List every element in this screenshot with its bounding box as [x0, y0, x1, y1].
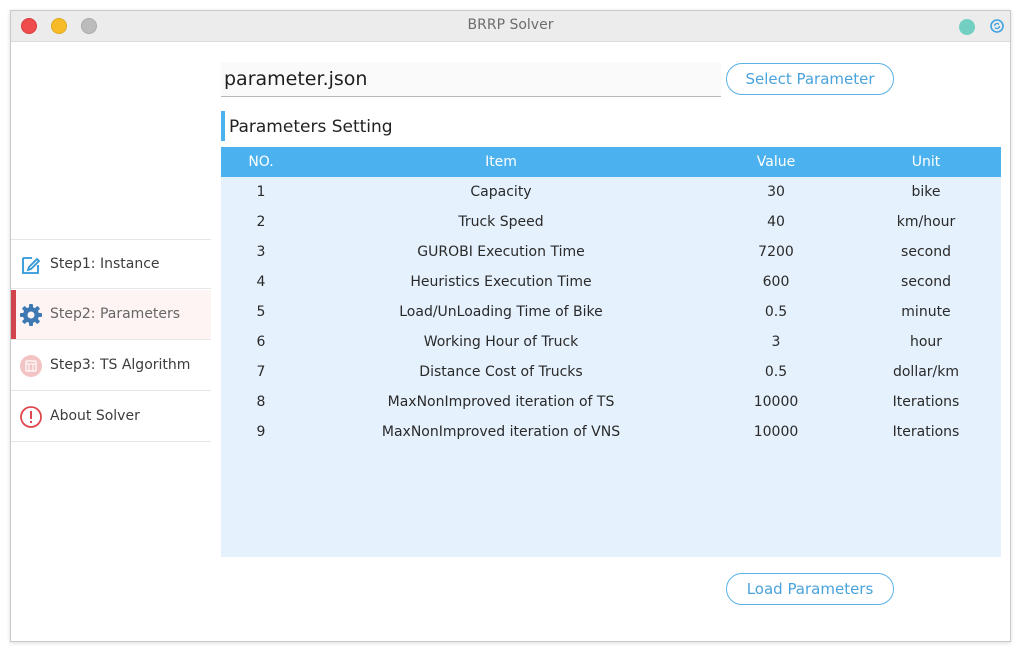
row-no: 5: [256, 304, 266, 320]
column-header-unit: Unit: [911, 154, 941, 170]
row-unit: Iterations: [892, 394, 960, 410]
table-row[interactable]: 7 Distance Cost of Trucks 0.5 dollar/km: [221, 357, 1001, 387]
row-item: GUROBI Execution Time: [417, 244, 585, 260]
row-item: Heuristics Execution Time: [410, 274, 592, 290]
sidebar-item-ts-algorithm[interactable]: Step3: TS Algorithm: [11, 341, 211, 391]
row-unit: dollar/km: [892, 364, 960, 380]
row-value[interactable]: 7200: [701, 244, 851, 260]
row-value[interactable]: 30: [701, 184, 851, 200]
row-unit: Iterations: [892, 424, 960, 440]
sidebar-item-parameters[interactable]: Step2: Parameters: [11, 290, 211, 340]
sidebar-item-label: Step1: Instance: [50, 256, 160, 272]
parameter-file-field[interactable]: parameter.json: [221, 62, 721, 97]
table-row[interactable]: 6 Working Hour of Truck 3 hour: [221, 327, 1001, 357]
alert-circle-icon: [20, 406, 42, 428]
row-value[interactable]: 3: [701, 334, 851, 350]
table-row[interactable]: 2 Truck Speed 40 km/hour: [221, 207, 1001, 237]
sidebar-item-instance[interactable]: Step1: Instance: [11, 239, 211, 289]
row-no: 1: [256, 184, 266, 200]
table-header: NO. Item Value Unit: [221, 147, 1001, 177]
table-row[interactable]: 4 Heuristics Execution Time 600 second: [221, 267, 1001, 297]
row-no: 7: [256, 364, 266, 380]
sidebar-item-about[interactable]: About Solver: [11, 392, 211, 442]
sidebar: Step1: Instance Step2: Parameters Step3:…: [11, 42, 211, 642]
table-row[interactable]: 3 GUROBI Execution Time 7200 second: [221, 237, 1001, 267]
row-no: 2: [256, 214, 266, 230]
table-row[interactable]: 5 Load/UnLoading Time of Bike 0.5 minute: [221, 297, 1001, 327]
row-unit: minute: [901, 304, 951, 320]
section-title: Parameters Setting: [229, 117, 393, 137]
sidebar-item-label: Step3: TS Algorithm: [50, 357, 191, 373]
row-no: 4: [256, 274, 266, 290]
sidebar-item-label: Step2: Parameters: [50, 306, 181, 322]
calendar-icon: [20, 355, 42, 377]
edit-icon: [22, 257, 41, 274]
row-item: Truck Speed: [458, 214, 544, 230]
refresh-icon[interactable]: [990, 19, 1004, 33]
row-unit: hour: [909, 334, 943, 350]
status-dot-icon: [959, 19, 975, 35]
load-parameters-button[interactable]: Load Parameters: [726, 573, 894, 605]
section-marker: [221, 111, 225, 141]
row-item: Working Hour of Truck: [423, 334, 579, 350]
table-row[interactable]: 9 MaxNonImproved iteration of VNS 10000 …: [221, 417, 1001, 447]
row-item: Capacity: [470, 184, 532, 200]
window-title: BRRP Solver: [467, 17, 554, 33]
row-value[interactable]: 0.5: [701, 364, 851, 380]
parameters-table: NO. Item Value Unit 1 Capacity 30 bike 2…: [221, 147, 1001, 557]
row-unit: km/hour: [896, 214, 956, 230]
gear-icon: [20, 304, 42, 326]
row-value[interactable]: 600: [701, 274, 851, 290]
row-value[interactable]: 0.5: [701, 304, 851, 320]
table-row[interactable]: 8 MaxNonImproved iteration of TS 10000 I…: [221, 387, 1001, 417]
title-bar: BRRP Solver: [11, 11, 1010, 42]
row-unit: bike: [911, 184, 941, 200]
row-item: Distance Cost of Trucks: [419, 364, 583, 380]
row-no: 3: [256, 244, 266, 260]
column-header-item: Item: [485, 154, 517, 170]
column-header-no: NO.: [248, 154, 274, 170]
row-value[interactable]: 10000: [701, 394, 851, 410]
column-header-value: Value: [756, 154, 796, 170]
row-no: 6: [256, 334, 266, 350]
row-item: MaxNonImproved iteration of TS: [387, 394, 615, 410]
row-unit: second: [901, 244, 951, 260]
row-unit: second: [901, 274, 951, 290]
row-item: MaxNonImproved iteration of VNS: [381, 424, 621, 440]
select-parameter-button[interactable]: Select Parameter: [726, 63, 894, 95]
row-item: Load/UnLoading Time of Bike: [399, 304, 603, 320]
row-value[interactable]: 10000: [701, 424, 851, 440]
file-path-text: parameter.json: [224, 68, 368, 90]
row-value[interactable]: 40: [701, 214, 851, 230]
table-row[interactable]: 1 Capacity 30 bike: [221, 177, 1001, 207]
row-no: 8: [256, 394, 266, 410]
app-window: BRRP Solver Step1: Instance Step2: Param…: [10, 10, 1011, 642]
sidebar-item-label: About Solver: [50, 408, 140, 424]
row-no: 9: [256, 424, 266, 440]
